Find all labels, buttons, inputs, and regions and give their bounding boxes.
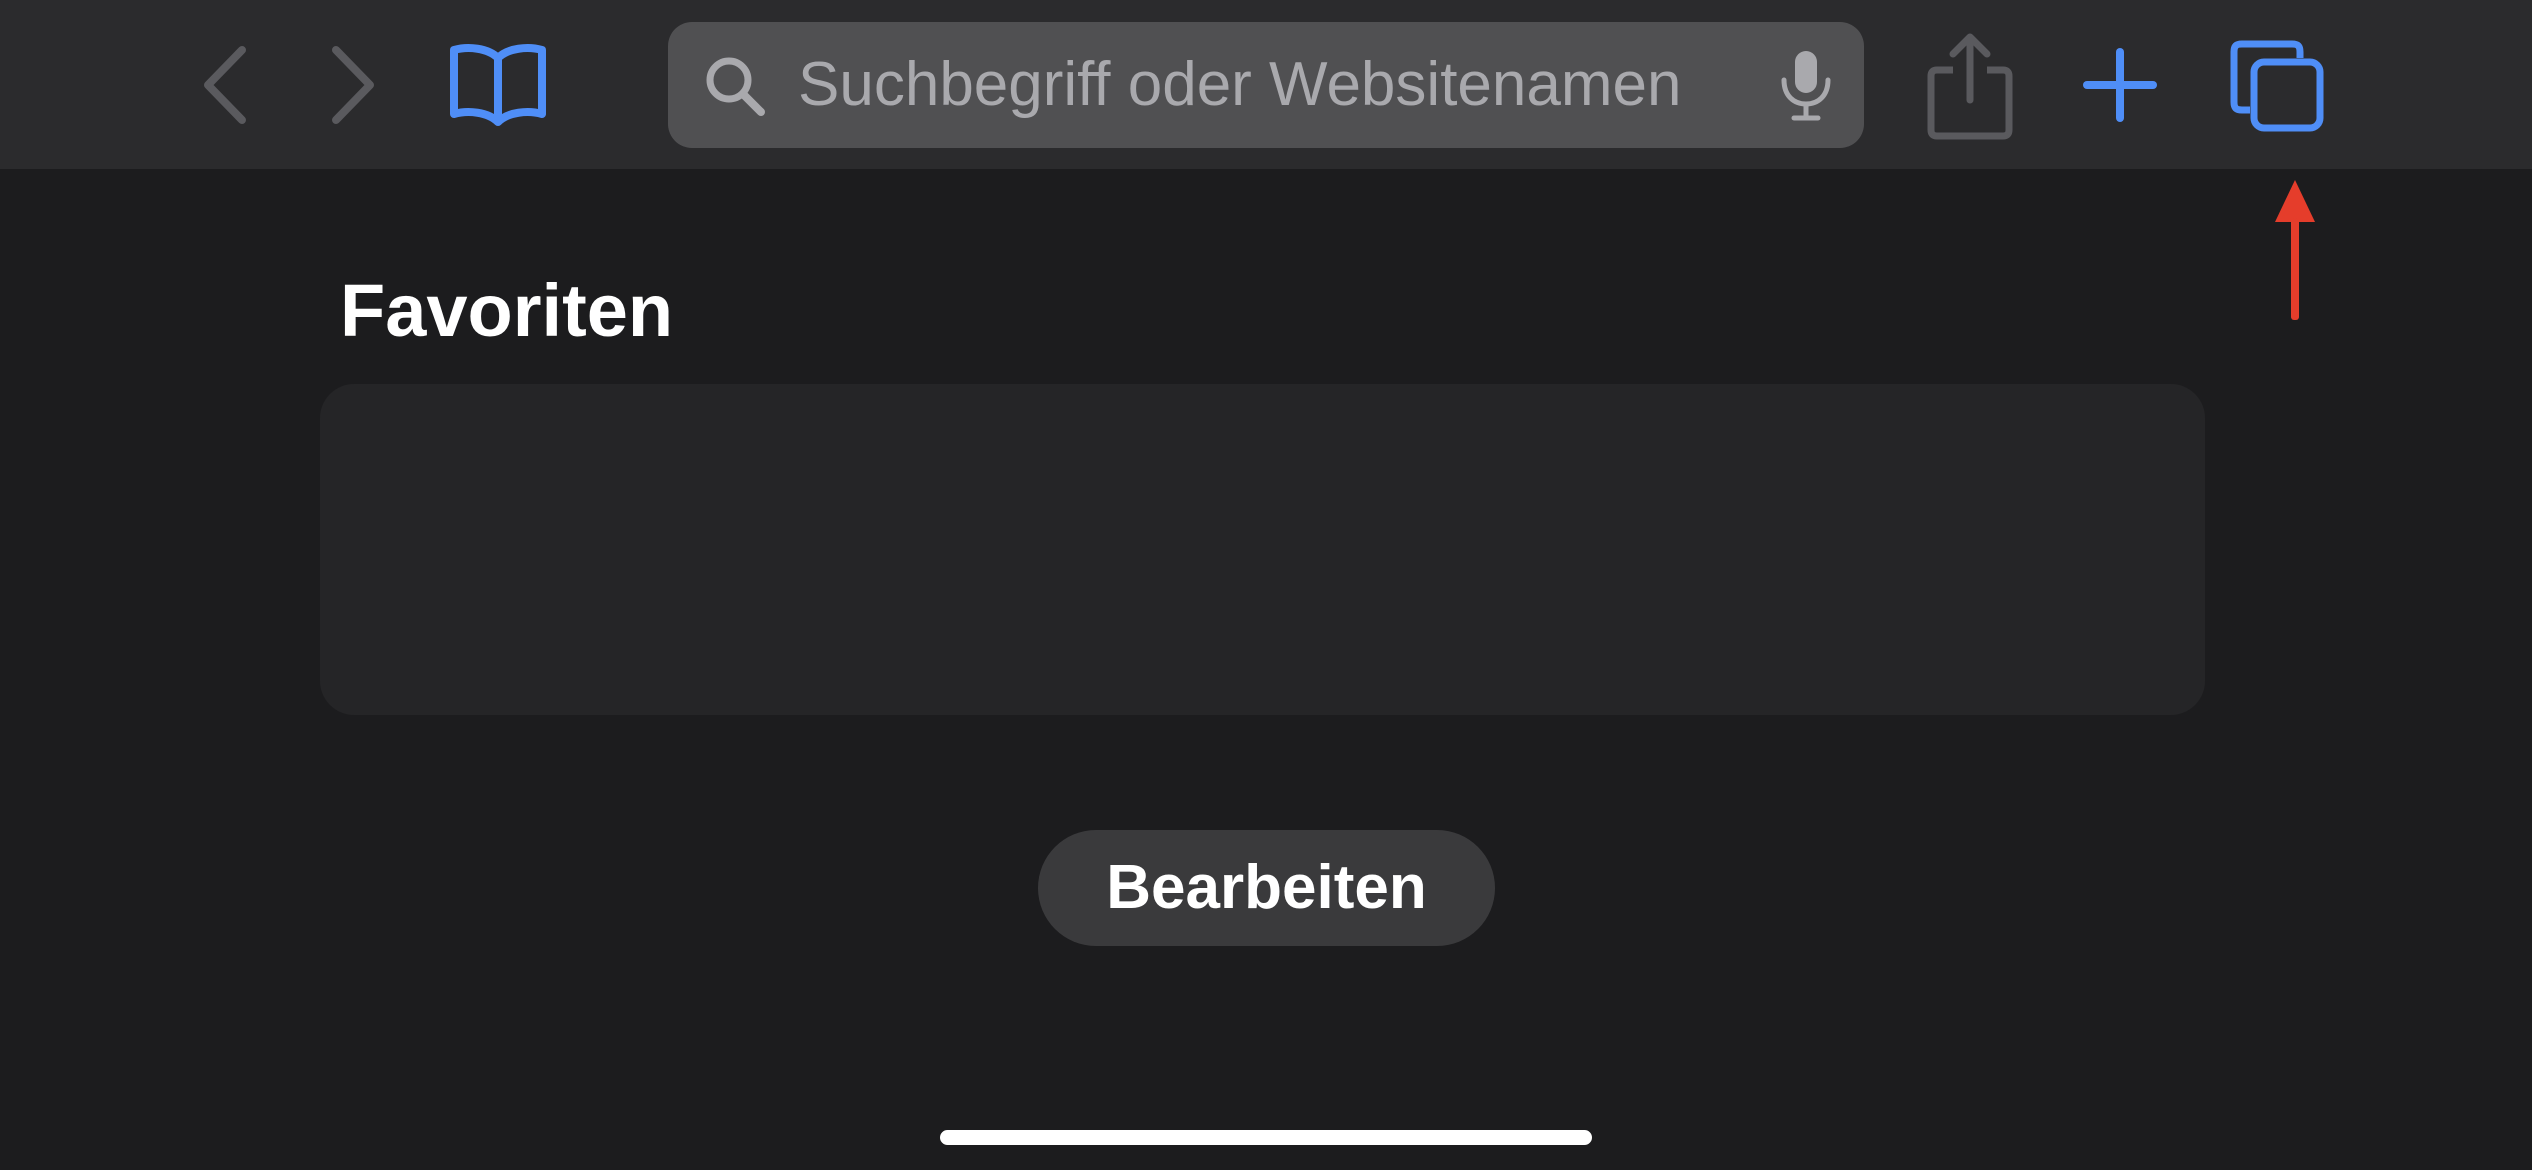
magnifier-icon xyxy=(706,57,765,116)
favorites-title: Favoriten xyxy=(340,269,674,352)
bookmarks-button[interactable] xyxy=(448,40,548,130)
toolbar: Suchbegriff oder Websitenamen xyxy=(0,0,2532,169)
back-button[interactable] xyxy=(190,40,260,130)
safari-start-page: Suchbegriff oder Websitenamen Favoriten … xyxy=(0,0,2532,1170)
chevron-right-icon xyxy=(332,46,374,124)
favorites-panel xyxy=(320,384,2205,715)
address-search-field[interactable]: Suchbegriff oder Websitenamen xyxy=(668,22,1864,148)
tabs-overview-icon xyxy=(2230,40,2324,132)
chevron-left-icon xyxy=(204,46,246,124)
share-button[interactable] xyxy=(1925,30,2015,140)
share-icon xyxy=(1927,33,2013,140)
search-placeholder: Suchbegriff oder Websitenamen xyxy=(798,50,1682,119)
book-icon xyxy=(450,44,546,126)
red-arrow-annotation xyxy=(2275,180,2315,320)
microphone-icon[interactable] xyxy=(1776,48,1836,124)
forward-button[interactable] xyxy=(318,40,388,130)
new-tab-button[interactable] xyxy=(2080,40,2160,130)
edit-button[interactable]: Bearbeiten xyxy=(1038,830,1495,946)
tabs-overview-button[interactable] xyxy=(2228,38,2328,134)
plus-icon xyxy=(2083,48,2157,122)
home-indicator xyxy=(940,1130,1592,1145)
